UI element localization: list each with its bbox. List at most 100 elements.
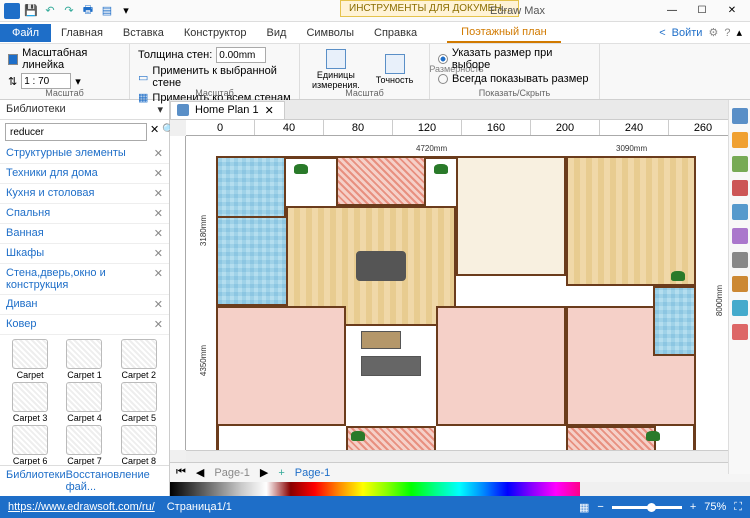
- room-balcony-br[interactable]: [566, 426, 656, 450]
- right-panel-icon[interactable]: [732, 180, 748, 196]
- page-nav-prev-icon[interactable]: ◀: [196, 466, 204, 479]
- menu-design[interactable]: Конструктор: [174, 24, 257, 42]
- room-bedroom-l[interactable]: [216, 306, 346, 426]
- qat-redo-icon[interactable]: ↷: [61, 3, 77, 19]
- menu-insert[interactable]: Вставка: [113, 24, 174, 42]
- category-close-icon[interactable]: ✕: [154, 207, 163, 220]
- shape-item[interactable]: Carpet 7: [58, 425, 110, 465]
- right-panel-icon[interactable]: [732, 204, 748, 220]
- menu-floorplan[interactable]: Поэтажный план: [447, 23, 561, 43]
- zoom-slider[interactable]: [612, 506, 682, 509]
- maximize-button[interactable]: ☐: [688, 1, 716, 21]
- room-study[interactable]: [566, 156, 696, 286]
- qat-undo-icon[interactable]: ↶: [42, 3, 58, 19]
- room-bathroom-r[interactable]: [653, 286, 696, 356]
- plant-icon[interactable]: [646, 431, 660, 441]
- page-tab-1[interactable]: Page-1: [214, 467, 249, 479]
- right-panel-icon[interactable]: [732, 276, 748, 292]
- library-footer-restore[interactable]: Восстановление фай...: [66, 469, 163, 493]
- shape-item[interactable]: Carpet 8: [113, 425, 165, 465]
- category-close-icon[interactable]: ✕: [154, 187, 163, 200]
- menu-home[interactable]: Главная: [51, 24, 113, 42]
- page-nav-first-icon[interactable]: ⏮: [176, 466, 186, 479]
- right-panel-icon[interactable]: [732, 324, 748, 340]
- precision-button[interactable]: Точность: [372, 52, 418, 88]
- shape-item[interactable]: Carpet 1: [58, 339, 110, 380]
- library-category[interactable]: Диван✕: [0, 295, 169, 315]
- shape-item[interactable]: Carpet: [4, 339, 56, 380]
- show-on-select-radio[interactable]: [438, 54, 448, 64]
- library-menu-icon[interactable]: ▾: [157, 103, 163, 116]
- plant-icon[interactable]: [351, 431, 365, 441]
- shape-item[interactable]: Carpet 5: [113, 382, 165, 423]
- apply-selected-label[interactable]: Применить к выбранной стене: [152, 65, 291, 89]
- close-button[interactable]: ✕: [718, 1, 746, 21]
- status-url[interactable]: https://www.edrawsoft.com/ru/: [8, 501, 155, 513]
- room-balcony-top[interactable]: [336, 156, 426, 206]
- ruler-checkbox[interactable]: [8, 54, 18, 65]
- library-category[interactable]: Структурные элементы✕: [0, 144, 169, 164]
- wall-thickness-input[interactable]: [216, 47, 266, 63]
- library-category[interactable]: Ковер✕: [0, 315, 169, 335]
- drawing-canvas[interactable]: 4720mm 3180mm 4350mm 8000mm 3980mm 3680m…: [186, 136, 738, 450]
- right-panel-icon[interactable]: [732, 132, 748, 148]
- document-tab[interactable]: Home Plan 1✕: [170, 101, 285, 119]
- fullscreen-icon[interactable]: ⛶: [734, 501, 742, 514]
- right-panel-icon[interactable]: [732, 300, 748, 316]
- qat-more-icon[interactable]: ▾: [118, 3, 134, 19]
- view-mode-icon[interactable]: ▦: [579, 501, 589, 514]
- qat-print-icon[interactable]: 🖶: [80, 3, 96, 19]
- qat-save-icon[interactable]: 💾: [23, 3, 39, 19]
- right-panel-icon[interactable]: [732, 252, 748, 268]
- category-close-icon[interactable]: ✕: [154, 147, 163, 160]
- plant-icon[interactable]: [294, 164, 308, 174]
- category-close-icon[interactable]: ✕: [154, 318, 163, 331]
- always-show-radio[interactable]: [438, 74, 448, 84]
- horizontal-scrollbar[interactable]: [186, 450, 738, 462]
- library-category[interactable]: Шкафы✕: [0, 244, 169, 264]
- search-clear-icon[interactable]: ✕: [150, 123, 159, 141]
- file-menu[interactable]: Файл: [0, 24, 51, 42]
- shape-item[interactable]: Carpet 3: [4, 382, 56, 423]
- category-close-icon[interactable]: ✕: [154, 167, 163, 180]
- library-footer-libs[interactable]: Библиотеки: [6, 469, 66, 493]
- shape-item[interactable]: Carpet 6: [4, 425, 56, 465]
- category-close-icon[interactable]: ✕: [154, 298, 163, 311]
- library-category[interactable]: Техники для дома✕: [0, 164, 169, 184]
- qat-edraw-icon[interactable]: [4, 3, 20, 19]
- right-panel-icon[interactable]: [732, 156, 748, 172]
- units-button[interactable]: Единицы измерения.: [308, 47, 364, 93]
- plant-icon[interactable]: [434, 164, 448, 174]
- zoom-in-icon[interactable]: +: [690, 501, 696, 513]
- menu-view[interactable]: Вид: [257, 24, 297, 42]
- page-add-icon[interactable]: +: [278, 467, 284, 479]
- color-palette-bar[interactable]: [170, 482, 580, 496]
- collapse-ribbon-icon[interactable]: ▴: [736, 26, 742, 39]
- menu-help[interactable]: Справка: [364, 24, 427, 42]
- scale-arrows-icon[interactable]: ⇅: [8, 75, 17, 88]
- settings-icon[interactable]: ⚙: [708, 26, 718, 39]
- right-panel-icon[interactable]: [732, 108, 748, 124]
- right-panel-icon[interactable]: [732, 228, 748, 244]
- sofa[interactable]: [361, 356, 421, 376]
- dining-table[interactable]: [356, 251, 406, 281]
- scale-dropdown-icon[interactable]: ▾: [75, 75, 81, 88]
- library-category[interactable]: Ванная✕: [0, 224, 169, 244]
- minimize-button[interactable]: ―: [658, 1, 686, 21]
- login-link[interactable]: Войти: [672, 27, 703, 39]
- menu-symbols[interactable]: Символы: [296, 24, 364, 42]
- floorplan-drawing[interactable]: 4720mm 3180mm 4350mm 8000mm 3980mm 3680m…: [216, 156, 696, 450]
- category-close-icon[interactable]: ✕: [154, 267, 163, 291]
- plant-icon[interactable]: [671, 271, 685, 281]
- scale-input[interactable]: [21, 73, 71, 89]
- category-close-icon[interactable]: ✕: [154, 227, 163, 240]
- doc-tab-close-icon[interactable]: ✕: [265, 104, 274, 117]
- page-nav-next-icon[interactable]: ▶: [260, 466, 268, 479]
- zoom-out-icon[interactable]: −: [597, 501, 603, 513]
- apply-selected-icon[interactable]: ▭: [138, 71, 148, 84]
- library-category[interactable]: Кухня и столовая✕: [0, 184, 169, 204]
- shape-item[interactable]: Carpet 2: [113, 339, 165, 380]
- share-icon[interactable]: <: [659, 27, 665, 39]
- qat-export-icon[interactable]: ▤: [99, 3, 115, 19]
- category-close-icon[interactable]: ✕: [154, 247, 163, 260]
